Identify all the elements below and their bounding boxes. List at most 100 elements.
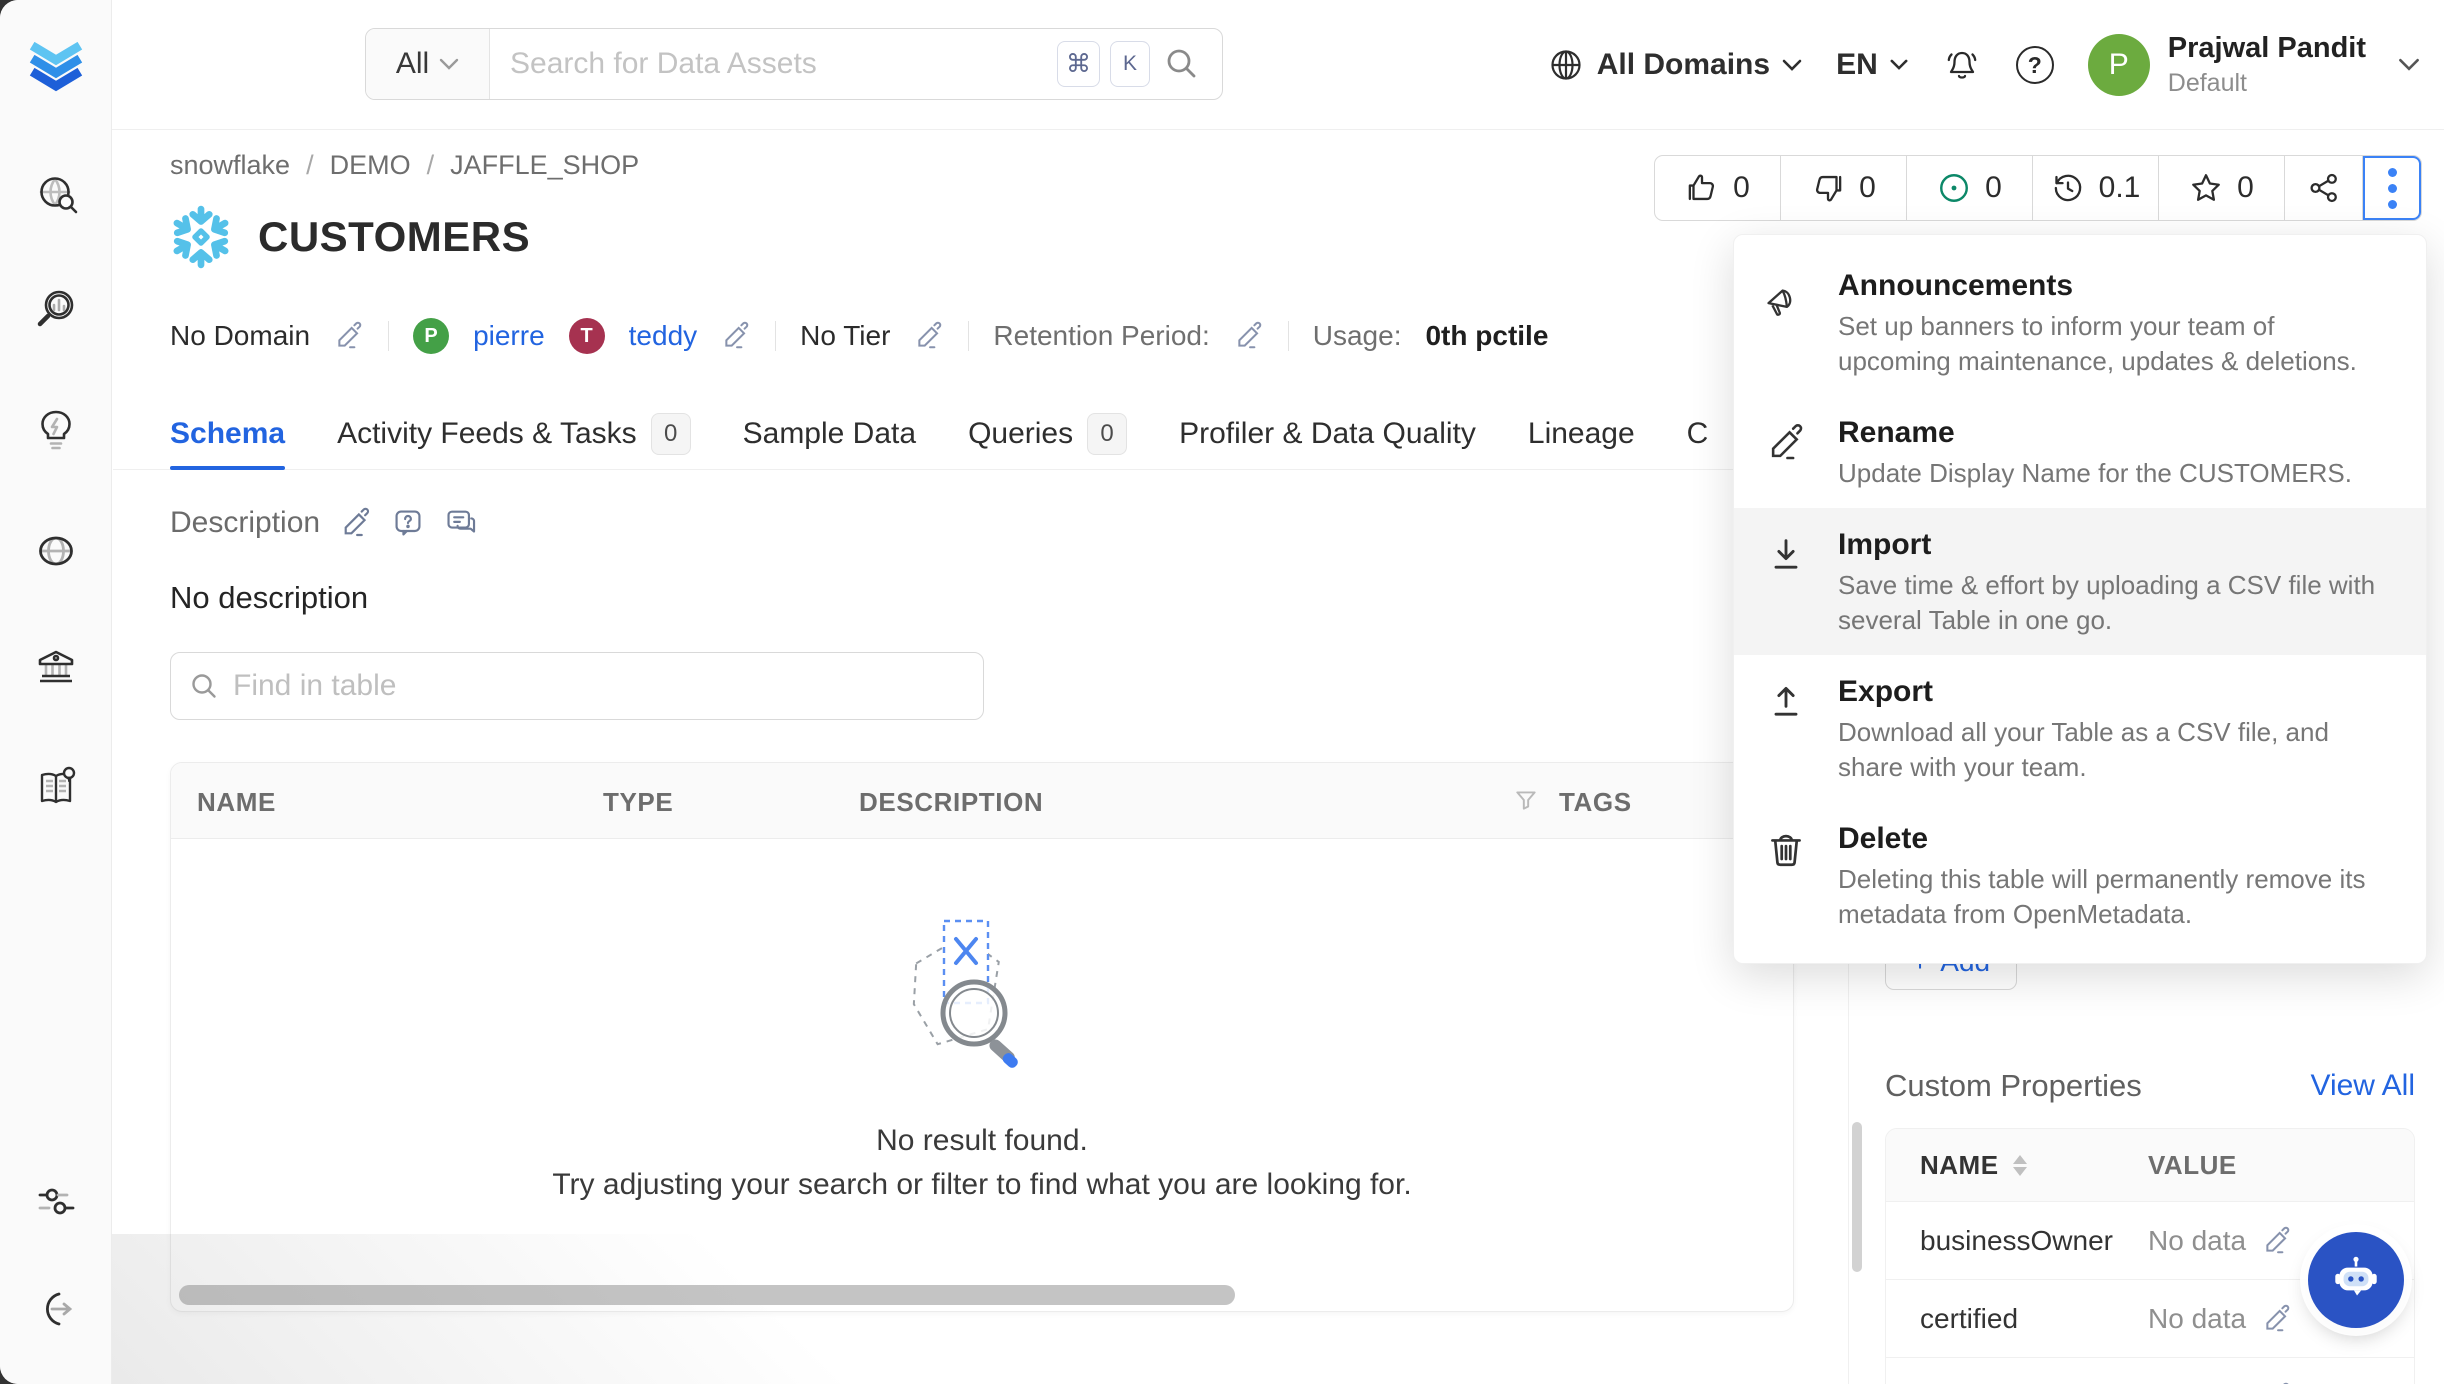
global-search: All ⌘ K — [365, 28, 1223, 100]
description-label: Description — [170, 506, 320, 540]
cp-row-name: certified — [1886, 1303, 2148, 1335]
breadcrumb-schema[interactable]: JAFFLE_SHOP — [450, 150, 639, 181]
profile-menu[interactable]: P Prajwal Pandit Default — [2088, 32, 2420, 98]
domains-icon[interactable] — [32, 527, 80, 575]
notifications-button[interactable] — [1942, 45, 1982, 85]
edit-property-icon[interactable] — [2262, 1226, 2292, 1256]
openmetadata-logo-icon[interactable] — [24, 30, 88, 94]
panel-scrollbar[interactable] — [1852, 1122, 1862, 1272]
owner-link-teddy[interactable]: teddy — [629, 320, 698, 352]
govern-icon[interactable] — [32, 643, 80, 691]
chat-bot-button[interactable] — [2308, 1232, 2404, 1328]
task-icon — [1937, 171, 1971, 205]
insights-icon[interactable] — [32, 406, 80, 454]
globe-icon — [1547, 46, 1585, 84]
explore-icon[interactable] — [32, 172, 80, 220]
owner-avatar: T — [569, 318, 605, 354]
menu-item-rename[interactable]: Rename Update Display Name for the CUSTO… — [1734, 396, 2426, 508]
find-in-table-input[interactable] — [233, 669, 965, 703]
tab-schema[interactable]: Schema — [170, 398, 285, 469]
edit-domain-icon[interactable] — [334, 321, 364, 351]
column-header-name: NAME — [197, 787, 276, 818]
filter-icon[interactable] — [1513, 787, 1539, 813]
entity-actions: 0 0 0 0.1 0 — [1654, 155, 2422, 221]
tab-profiler[interactable]: Profiler & Data Quality — [1179, 398, 1476, 469]
entity-meta-row: No Domain P pierre T teddy No Tier Reten… — [170, 314, 1548, 358]
tab-sample-data[interactable]: Sample Data — [743, 398, 916, 469]
entity-tabs: Schema Activity Feeds & Tasks0 Sample Da… — [113, 398, 1848, 470]
cp-column-name[interactable]: NAME — [1886, 1150, 2148, 1181]
menu-item-delete[interactable]: Delete Deleting this table will permanen… — [1734, 802, 2426, 949]
observability-icon[interactable] — [32, 286, 80, 334]
downvote-count: 0 — [1859, 171, 1876, 205]
menu-item-announcements[interactable]: Announcements Set up banners to inform y… — [1734, 249, 2426, 396]
share-button[interactable] — [2285, 156, 2363, 220]
left-sidebar — [0, 0, 112, 1384]
edit-tier-icon[interactable] — [914, 321, 944, 351]
tab-custom-properties[interactable]: C — [1687, 398, 1709, 469]
search-icon[interactable] — [1164, 46, 1200, 82]
custom-properties-title: Custom Properties — [1885, 1068, 2142, 1104]
thumbs-up-icon — [1685, 171, 1719, 205]
usage-value: 0th pctile — [1425, 320, 1548, 352]
menu-item-import[interactable]: Import Save time & effort by uploading a… — [1734, 508, 2426, 655]
chevron-down-icon — [1890, 59, 1908, 71]
tab-activity-feeds[interactable]: Activity Feeds & Tasks0 — [337, 398, 691, 469]
owner-link-pierre[interactable]: pierre — [473, 320, 545, 352]
cmd-key-icon: ⌘ — [1057, 41, 1100, 87]
search-scope-label: All — [396, 47, 429, 81]
more-actions-button[interactable] — [2363, 156, 2421, 220]
edit-retention-icon[interactable] — [1234, 321, 1264, 351]
column-header-description: DESCRIPTION — [859, 787, 1043, 818]
thumbs-down-icon — [1811, 171, 1845, 205]
tab-queries[interactable]: Queries0 — [968, 398, 1127, 469]
retention-label: Retention Period: — [993, 320, 1209, 352]
upvote-button[interactable]: 0 — [1655, 156, 1781, 220]
upvote-count: 0 — [1733, 171, 1750, 205]
more-actions-menu: Announcements Set up banners to inform y… — [1733, 234, 2427, 964]
tier-label: No Tier — [800, 320, 890, 352]
edit-property-icon[interactable] — [2262, 1304, 2292, 1334]
view-all-link[interactable]: View All — [2310, 1069, 2415, 1103]
logout-icon[interactable] — [32, 1285, 80, 1333]
horizontal-scrollbar[interactable] — [179, 1285, 1235, 1305]
language-dropdown[interactable]: EN — [1836, 48, 1908, 82]
follow-button[interactable]: 0 — [2159, 156, 2285, 220]
help-icon: ? — [2016, 46, 2054, 84]
request-description-icon[interactable] — [392, 507, 424, 539]
edit-description-icon[interactable] — [340, 507, 372, 539]
search-input[interactable] — [490, 47, 1057, 81]
no-results-illustration — [882, 913, 1082, 1093]
page-title: CUSTOMERS — [258, 213, 530, 261]
schema-table-card: NAME TYPE DESCRIPTION TAGS No result fou… — [170, 762, 1794, 1312]
cp-row-name: businessOwner — [1886, 1225, 2148, 1257]
comments-icon[interactable] — [444, 507, 478, 539]
trash-icon — [1734, 819, 1838, 932]
edit-owners-icon[interactable] — [721, 321, 751, 351]
glossary-icon[interactable] — [32, 764, 80, 812]
search-scope-dropdown[interactable]: All — [366, 29, 490, 99]
breadcrumb: snowflake / DEMO / JAFFLE_SHOP — [170, 150, 639, 181]
sort-icon — [2013, 1155, 2027, 1176]
tasks-button[interactable]: 0 — [1907, 156, 2033, 220]
menu-item-export[interactable]: Export Download all your Table as a CSV … — [1734, 655, 2426, 802]
help-button[interactable]: ? — [2016, 46, 2054, 84]
cp-row-value: No data — [2148, 1225, 2246, 1257]
megaphone-icon — [1734, 266, 1838, 379]
version-count: 0.1 — [2099, 171, 2141, 205]
breadcrumb-database[interactable]: DEMO — [330, 150, 411, 181]
tab-lineage[interactable]: Lineage — [1528, 398, 1635, 469]
language-label: EN — [1836, 48, 1878, 82]
kebab-menu-icon — [2388, 161, 2397, 216]
version-button[interactable]: 0.1 — [2033, 156, 2159, 220]
tab-count-badge: 0 — [651, 413, 691, 455]
breadcrumb-service[interactable]: snowflake — [170, 150, 290, 181]
empty-state: No result found. Try adjusting your sear… — [171, 913, 1793, 1207]
chevron-down-icon — [2398, 58, 2420, 72]
star-icon — [2189, 171, 2223, 205]
bell-icon — [1942, 45, 1982, 85]
domains-dropdown[interactable]: All Domains — [1547, 46, 1802, 84]
tab-count-badge: 0 — [1087, 413, 1127, 455]
downvote-button[interactable]: 0 — [1781, 156, 1907, 220]
settings-icon[interactable] — [32, 1178, 80, 1226]
